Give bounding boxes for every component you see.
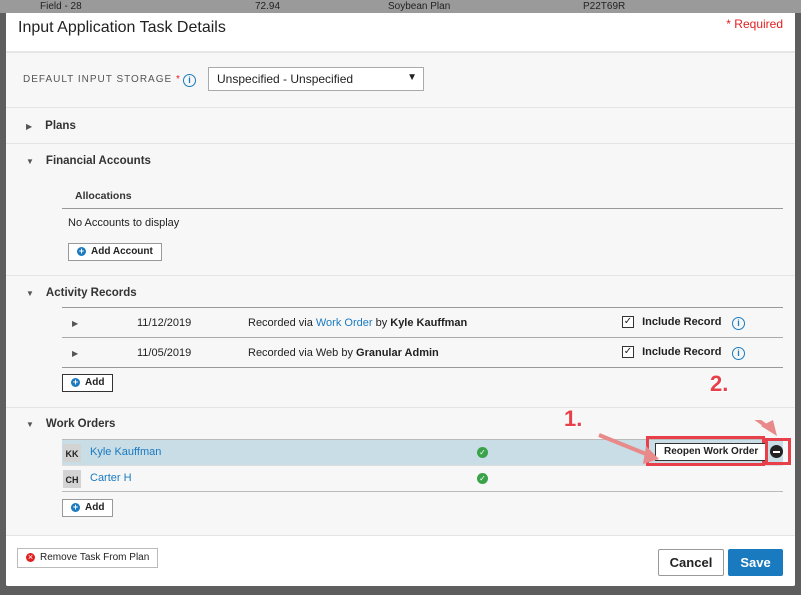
record-user: Granular Admin	[356, 347, 439, 359]
plus-icon: +	[77, 246, 86, 256]
bg-cell: 72.94	[255, 1, 281, 12]
include-record-checkbox[interactable]: ✓ Include Record	[622, 346, 722, 359]
arrowhead-1	[643, 446, 659, 464]
storage-label: DEFAULT INPUT STORAGE *	[23, 74, 181, 85]
annotation-arrows	[598, 420, 777, 464]
section-title: Work Orders	[45, 418, 116, 430]
select-value: Unspecified - Unspecified	[217, 72, 354, 86]
dropdown-arrow-icon: ▼	[407, 72, 417, 83]
add-activity-record-button[interactable]: + Add	[62, 374, 114, 392]
record-user: Kyle Kauffman	[390, 317, 468, 329]
button-label: Add Account	[91, 246, 153, 257]
modal-title: Input Application Task Details	[18, 19, 226, 36]
text: by	[372, 317, 391, 329]
button-label: Cancel	[669, 555, 713, 570]
divider	[6, 143, 795, 144]
work-order-link[interactable]: Work Order	[316, 317, 373, 329]
caret-down-icon: ▼	[26, 289, 34, 298]
allocations-header: Allocations	[75, 190, 132, 202]
button-label: Add	[85, 377, 105, 388]
record-description: Recorded via Web by Granular Admin	[248, 347, 439, 359]
info-icon[interactable]: i	[732, 317, 745, 330]
save-button[interactable]: Save	[728, 549, 783, 576]
annotation-step-1: 1.	[564, 406, 583, 431]
checkmark-icon: ✓	[622, 346, 634, 359]
divider	[62, 491, 783, 492]
record-description: Recorded via Work Order by Kyle Kauffman	[248, 317, 467, 329]
section-financial-toggle[interactable]: ▼ Financial Accounts	[26, 155, 151, 167]
required-note: * Required	[726, 17, 783, 31]
record-date: 11/12/2019	[137, 317, 192, 329]
checkmark-icon: ✓	[622, 316, 634, 329]
checkbox-label: Include Record	[642, 316, 722, 328]
remove-icon: ×	[26, 552, 35, 562]
info-icon[interactable]: i	[732, 347, 745, 360]
record-source: Web	[315, 347, 339, 359]
caret-down-icon: ▼	[26, 420, 34, 429]
work-order-assignee-link[interactable]: Carter H	[90, 472, 132, 484]
task-details-modal: Input Application Task Details * Require…	[6, 5, 795, 586]
arrow-1	[598, 433, 652, 458]
button-label: Add	[85, 502, 105, 513]
text: by	[338, 347, 357, 359]
button-label: Save	[740, 555, 771, 570]
remove-task-button[interactable]: × Remove Task From Plan	[17, 548, 159, 568]
section-activity-toggle[interactable]: ▼ Activity Records	[26, 287, 137, 299]
section-plans-toggle[interactable]: ▶ Plans	[26, 120, 76, 132]
bg-cell: Field - 28	[40, 1, 82, 12]
annotation-step-2: 2.	[710, 371, 729, 396]
activity-record-row[interactable]: ▶ 11/12/2019 Recorded via Work Order by …	[62, 308, 783, 337]
record-date: 11/05/2019	[137, 347, 192, 359]
empty-accounts-text: No Accounts to display	[68, 217, 180, 229]
cancel-button[interactable]: Cancel	[658, 549, 724, 576]
divider	[6, 407, 795, 408]
expand-icon[interactable]: ▶	[72, 349, 78, 358]
check-circle-icon: ✓	[477, 473, 488, 484]
divider	[62, 367, 783, 368]
text: Recorded via	[248, 317, 316, 329]
background-table: Field - 28 72.94 Soybean Plan P22T69R	[0, 0, 801, 13]
work-order-assignee-link[interactable]: Kyle Kauffman	[90, 446, 161, 458]
add-work-order-button[interactable]: + Add	[62, 499, 114, 517]
expand-icon[interactable]: ▶	[72, 319, 78, 328]
button-label: Remove Task From Plan	[40, 552, 150, 563]
activity-record-row[interactable]: ▶ 11/05/2019 Recorded via Web by Granula…	[62, 338, 783, 367]
avatar: KK	[63, 444, 81, 462]
caret-right-icon: ▶	[26, 122, 33, 131]
section-title: Activity Records	[45, 287, 137, 299]
section-work-orders-toggle[interactable]: ▼ Work Orders	[26, 418, 115, 430]
default-input-storage-select[interactable]: Unspecified - Unspecified ▼	[208, 67, 424, 91]
avatar: CH	[63, 470, 81, 488]
text: Recorded via	[248, 347, 316, 359]
section-title: Plans	[45, 120, 76, 132]
caret-down-icon: ▼	[26, 157, 34, 166]
storage-label-text: DEFAULT INPUT STORAGE	[23, 74, 173, 85]
check-circle-icon: ✓	[477, 447, 488, 458]
section-title: Financial Accounts	[45, 155, 151, 167]
info-icon[interactable]: i	[183, 74, 196, 87]
bg-cell: Soybean Plan	[388, 1, 451, 12]
divider	[62, 208, 783, 209]
include-record-checkbox[interactable]: ✓ Include Record	[622, 316, 722, 329]
divider	[6, 275, 795, 276]
plus-icon: +	[71, 377, 80, 387]
add-account-button[interactable]: + Add Account	[68, 243, 162, 261]
plus-icon: +	[71, 502, 80, 512]
bg-cell: P22T69R	[583, 1, 626, 12]
divider	[6, 107, 795, 108]
required-mark: *	[175, 74, 181, 85]
modal-footer: × Remove Task From Plan Cancel Save	[6, 535, 795, 586]
checkbox-label: Include Record	[642, 346, 722, 358]
